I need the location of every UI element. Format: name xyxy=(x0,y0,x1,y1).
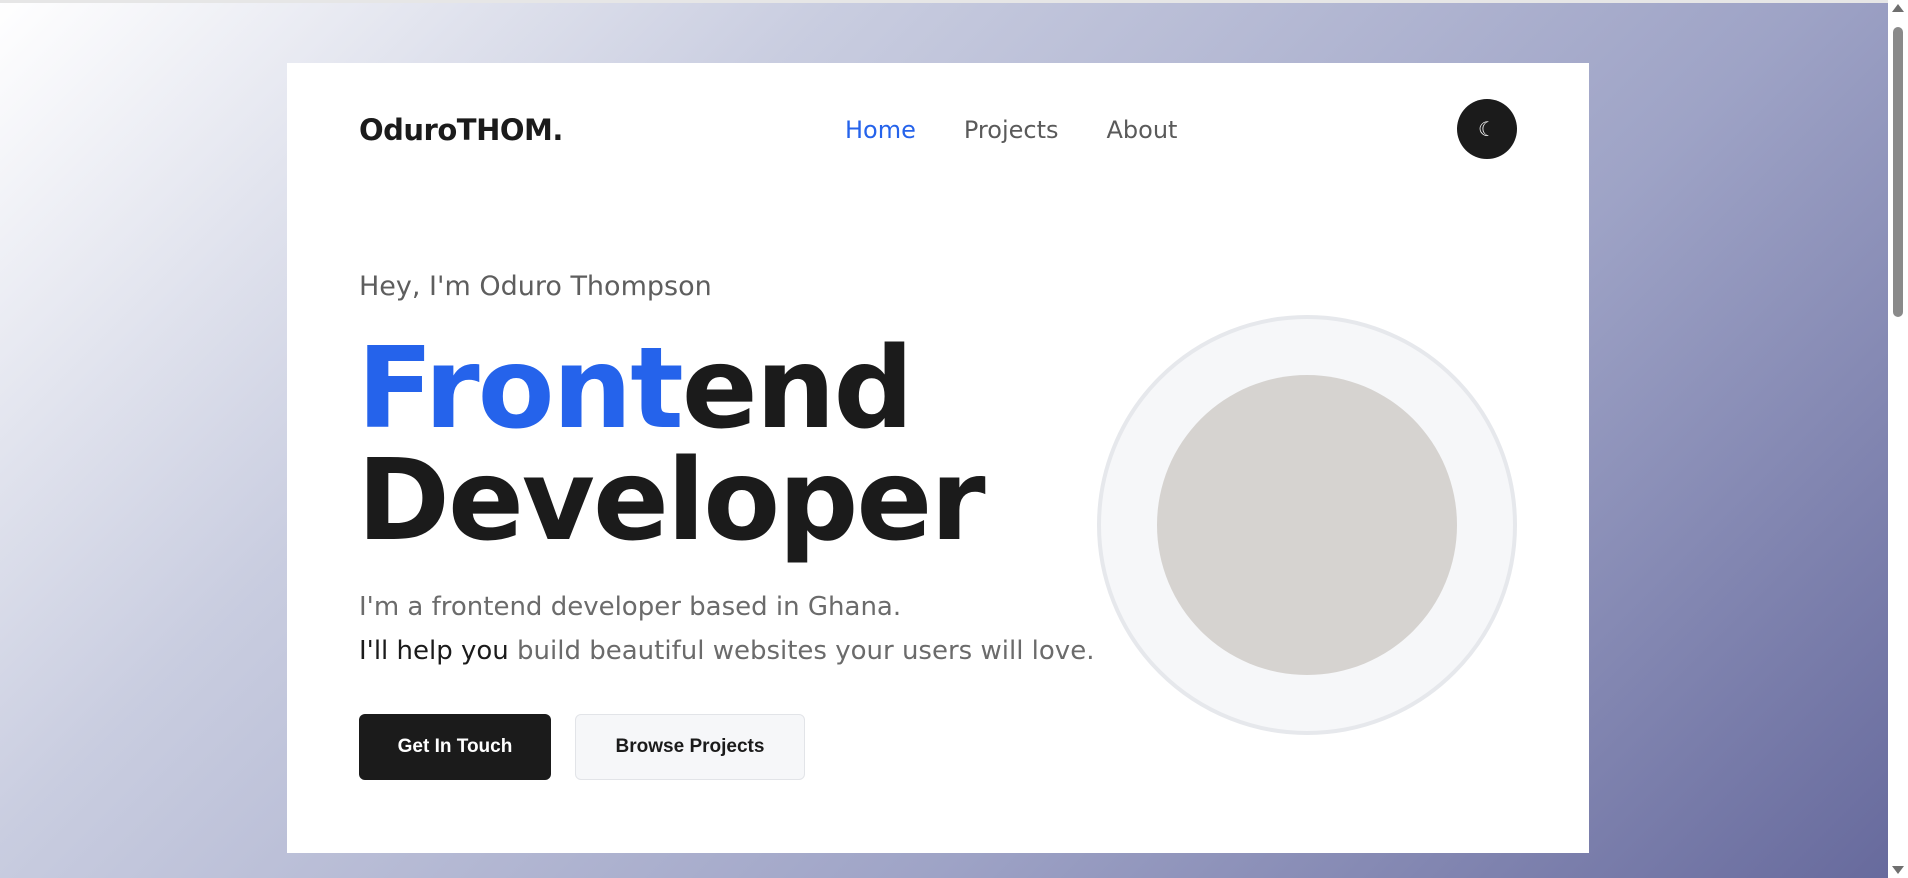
headline-line-2: Developer xyxy=(357,436,986,566)
hero-greeting: Hey, I'm Oduro Thompson xyxy=(359,271,712,302)
hero-headline: Frontend Developer xyxy=(357,333,986,566)
description-rest: build beautiful websites your users will… xyxy=(508,636,1095,666)
nav-about[interactable]: About xyxy=(1107,116,1178,144)
nav-projects[interactable]: Projects xyxy=(964,116,1059,144)
scroll-up-arrow-icon[interactable] xyxy=(1892,4,1904,12)
headline-line-1: Frontend xyxy=(357,333,984,445)
headline-accent: Front xyxy=(357,324,684,454)
avatar xyxy=(1157,375,1457,675)
browser-top-border xyxy=(0,0,1888,3)
description-line-2: I'll help you build beautiful websites y… xyxy=(359,629,1094,673)
browse-projects-button[interactable]: Browse Projects xyxy=(575,714,805,780)
scroll-down-arrow-icon[interactable] xyxy=(1892,866,1904,874)
nav-home[interactable]: Home xyxy=(845,116,916,144)
moon-icon: ☾ xyxy=(1478,118,1496,141)
headline-rest: end xyxy=(681,324,914,454)
theme-toggle-button[interactable]: ☾ xyxy=(1457,99,1517,159)
description-line-1: I'm a frontend developer based in Ghana. xyxy=(359,592,902,622)
scrollbar-thumb[interactable] xyxy=(1893,27,1903,317)
main-nav: Home Projects About xyxy=(845,116,1177,144)
hero-description: I'm a frontend developer based in Ghana.… xyxy=(359,585,1094,673)
page-card: OduroTHOM. Home Projects About ☾ Hey, I'… xyxy=(287,63,1589,853)
scrollbar[interactable] xyxy=(1888,0,1908,878)
get-in-touch-button[interactable]: Get In Touch xyxy=(359,714,551,780)
avatar-ring xyxy=(1097,315,1517,735)
site-logo[interactable]: OduroTHOM. xyxy=(359,113,563,147)
description-emphasis: I'll help you xyxy=(359,636,509,666)
